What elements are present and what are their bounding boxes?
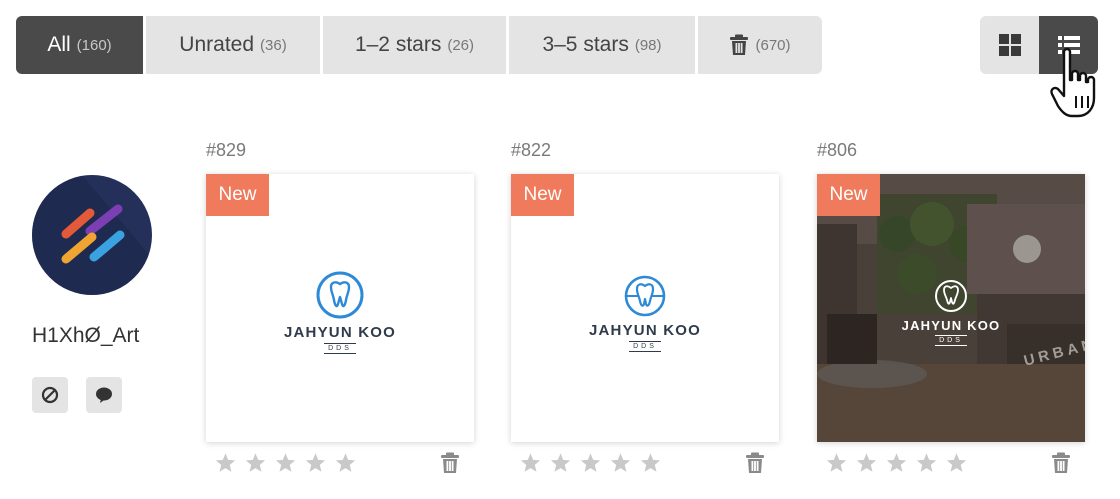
- star-icon[interactable]: [609, 452, 632, 474]
- grid-view-button[interactable]: [980, 16, 1039, 74]
- entry-card-822: #822 New JAHYUN KOO DDS: [511, 140, 779, 473]
- star-icon[interactable]: [274, 452, 297, 474]
- tab-trash[interactable]: (670): [698, 16, 822, 74]
- tooth-logo-icon: [316, 271, 364, 319]
- new-badge: New: [206, 174, 269, 216]
- star-icon[interactable]: [334, 452, 357, 474]
- tooth-logo-icon: [935, 280, 967, 312]
- tab-1-2-stars[interactable]: 1–2 stars (26): [323, 16, 506, 74]
- star-icon[interactable]: [639, 452, 662, 474]
- star-icon[interactable]: [945, 452, 968, 474]
- star-icon[interactable]: [304, 452, 327, 474]
- entry-thumbnail[interactable]: New JAHYUN KOO DDS: [511, 174, 779, 442]
- tab-3-5-stars-count: (98): [634, 36, 662, 54]
- logo-sub-text: DDS: [935, 335, 967, 346]
- filter-tabs: All (160) Unrated (36) 1–2 stars (26) 3–…: [16, 16, 822, 74]
- logo-sub-text: DDS: [629, 341, 661, 352]
- tab-unrated-count: (36): [260, 36, 287, 54]
- block-icon: [41, 386, 59, 404]
- trash-icon[interactable]: [1051, 452, 1071, 474]
- tab-1-2-stars-label: 1–2 stars: [354, 33, 442, 56]
- trash-icon: [730, 34, 749, 55]
- tab-all-label: All: [47, 33, 71, 56]
- trash-icon[interactable]: [440, 452, 460, 474]
- designer-name[interactable]: H1XhØ_Art: [32, 324, 139, 348]
- entry-thumbnail[interactable]: New JAHYUN KOO DDS: [206, 174, 474, 442]
- star-icon[interactable]: [244, 452, 267, 474]
- block-button[interactable]: [32, 377, 68, 413]
- tab-1-2-stars-count: (26): [447, 36, 475, 54]
- trash-icon[interactable]: [745, 452, 765, 474]
- star-icon[interactable]: [825, 452, 848, 474]
- star-icon[interactable]: [549, 452, 572, 474]
- star-rating: [214, 452, 357, 474]
- star-icon[interactable]: [519, 452, 542, 474]
- star-rating: [519, 452, 662, 474]
- comment-button[interactable]: [86, 377, 122, 413]
- entry-card-806: #806 New JAHYUN KOO DDS URBAN: [817, 140, 1085, 473]
- entry-number: #806: [817, 140, 858, 160]
- avatar[interactable]: [32, 175, 152, 295]
- logo-sub-text: DDS: [324, 343, 356, 354]
- logo-design: JAHYUN KOO DDS: [817, 278, 1085, 346]
- entry-number: #822: [511, 140, 552, 160]
- logo-design: JAHYUN KOO DDS: [206, 270, 474, 354]
- star-icon[interactable]: [855, 452, 878, 474]
- entry-thumbnail[interactable]: New JAHYUN KOO DDS URBAN: [817, 174, 1085, 442]
- tab-all[interactable]: All (160): [16, 16, 143, 74]
- avatar-logo-icon: [32, 175, 152, 295]
- star-icon[interactable]: [885, 452, 908, 474]
- tab-unrated[interactable]: Unrated (36): [146, 16, 320, 74]
- hand-cursor-icon: [1050, 47, 1096, 118]
- star-icon[interactable]: [915, 452, 938, 474]
- star-icon[interactable]: [579, 452, 602, 474]
- comment-icon: [96, 387, 112, 403]
- new-badge: New: [817, 174, 880, 216]
- star-icon[interactable]: [214, 452, 237, 474]
- logo-name-text: JAHYUN KOO: [901, 318, 1001, 333]
- tooth-logo-icon: [624, 275, 666, 317]
- star-rating: [825, 452, 968, 474]
- tab-unrated-label: Unrated: [179, 33, 255, 56]
- grid-icon: [998, 34, 1021, 56]
- new-badge: New: [511, 174, 574, 216]
- tab-3-5-stars[interactable]: 3–5 stars (98): [509, 16, 695, 74]
- logo-name-text: JAHYUN KOO: [283, 324, 396, 341]
- entry-number: #829: [206, 140, 247, 160]
- tab-trash-count: (670): [755, 36, 791, 54]
- entry-card-829: #829 New JAHYUN KOO DDS: [206, 140, 474, 473]
- tab-all-count: (160): [76, 36, 112, 54]
- tab-3-5-stars-label: 3–5 stars: [542, 33, 629, 56]
- logo-name-text: JAHYUN KOO: [588, 322, 701, 339]
- logo-design: JAHYUN KOO DDS: [511, 274, 779, 352]
